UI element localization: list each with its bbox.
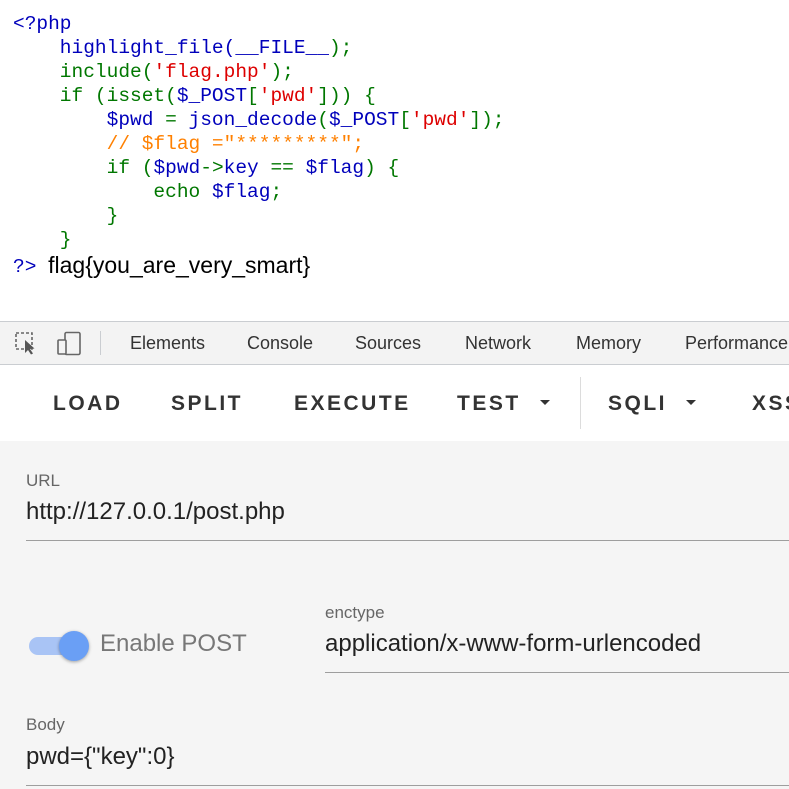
- php-closing-line: ?> flag{you_are_very_smart}: [13, 252, 505, 278]
- request-form-panel: URL http://127.0.0.1/post.php Enable POS…: [0, 441, 789, 789]
- code-token: ==: [270, 157, 306, 179]
- execute-button[interactable]: EXECUTE: [294, 365, 411, 441]
- code-token: }: [13, 205, 119, 227]
- code-token: include(: [13, 61, 154, 83]
- enctype-underline: [325, 672, 789, 673]
- code-token: $flag: [305, 157, 365, 179]
- code-line: <?php: [13, 12, 505, 36]
- code-token: 'flag.php': [153, 61, 271, 83]
- devtools-tab-bar: Elements Console Sources Network Memory …: [0, 321, 789, 365]
- flag-output-text: flag{you_are_very_smart}: [48, 252, 311, 278]
- enable-post-toggle[interactable]: [29, 631, 91, 661]
- code-token: =: [165, 109, 189, 131]
- code-token: $_POST: [328, 109, 400, 131]
- split-button[interactable]: SPLIT: [171, 365, 243, 441]
- url-input[interactable]: http://127.0.0.1/post.php: [26, 498, 285, 526]
- code-token: // $flag ="*********";: [13, 133, 365, 155]
- code-token: ;: [270, 181, 283, 203]
- code-token: ])) {: [317, 85, 376, 107]
- php-closing-tag: ?>: [13, 256, 37, 278]
- body-underline: [26, 785, 789, 786]
- code-token: );: [270, 61, 294, 83]
- code-line: // $flag ="*********";: [13, 132, 505, 156]
- code-token: highlight_file(: [13, 37, 236, 59]
- url-label: URL: [26, 471, 61, 490]
- code-line: echo $flag;: [13, 180, 505, 204]
- tab-performance[interactable]: Performance: [685, 322, 788, 364]
- device-toolbar-icon[interactable]: [56, 331, 84, 362]
- test-menu-button[interactable]: TEST: [457, 365, 521, 441]
- tab-sources[interactable]: Sources: [355, 322, 421, 364]
- code-token: ]);: [469, 109, 505, 131]
- code-line: $pwd = json_decode($_POST['pwd']);: [13, 108, 505, 132]
- code-token: if (isset(: [13, 85, 177, 107]
- enctype-select[interactable]: application/x-www-form-urlencoded: [325, 630, 701, 658]
- code-line: if (isset($_POST['pwd'])) {: [13, 84, 505, 108]
- test-caret-down-icon[interactable]: [540, 400, 550, 405]
- body-label: Body: [26, 715, 65, 734]
- code-line: if ($pwd->key == $flag) {: [13, 156, 505, 180]
- sqli-menu-button[interactable]: SQLI: [608, 365, 667, 441]
- code-token: ->: [200, 157, 224, 179]
- body-input[interactable]: pwd={"key":0}: [26, 743, 174, 771]
- code-token: $pwd: [13, 109, 166, 131]
- code-line: highlight_file(__FILE__);: [13, 36, 505, 60]
- code-token: $_POST: [176, 85, 248, 107]
- tab-memory[interactable]: Memory: [576, 322, 641, 364]
- code-token: 'pwd': [258, 85, 318, 107]
- code-token: __FILE__: [235, 37, 329, 59]
- code-token: 'pwd': [410, 109, 470, 131]
- enable-post-label: Enable POST: [100, 630, 247, 657]
- code-token: <?php: [13, 13, 72, 35]
- code-line: }: [13, 228, 505, 252]
- enctype-label: enctype: [325, 603, 385, 622]
- code-token: key: [223, 157, 271, 179]
- code-token: $flag: [211, 181, 271, 203]
- code-line: include('flag.php');: [13, 60, 505, 84]
- code-line: }: [13, 204, 505, 228]
- toggle-thumb: [59, 631, 89, 661]
- php-source-code: <?php highlight_file(__FILE__); include(…: [13, 12, 505, 278]
- hackbar-toolbar: LOAD SPLIT EXECUTE TEST SQLI XSS: [0, 365, 789, 441]
- code-token: if (: [13, 157, 154, 179]
- code-token: ) {: [364, 157, 400, 179]
- code-token: );: [328, 37, 353, 59]
- tab-network[interactable]: Network: [465, 322, 531, 364]
- inspect-element-icon[interactable]: [14, 331, 40, 360]
- code-token: [: [247, 85, 259, 107]
- code-token: (: [317, 109, 329, 131]
- code-token: [: [399, 109, 411, 131]
- code-token: $pwd: [153, 157, 201, 179]
- code-token: }: [13, 229, 72, 251]
- code-token: echo: [13, 181, 212, 203]
- devtools-divider: [100, 331, 101, 355]
- code-token: json_decode: [188, 109, 318, 131]
- load-button[interactable]: LOAD: [53, 365, 123, 441]
- tab-elements[interactable]: Elements: [130, 322, 205, 364]
- toolbar-divider: [580, 377, 581, 429]
- url-underline: [26, 540, 789, 541]
- tab-console[interactable]: Console: [247, 322, 313, 364]
- xss-menu-button[interactable]: XSS: [752, 365, 789, 441]
- sqli-caret-down-icon[interactable]: [686, 400, 696, 405]
